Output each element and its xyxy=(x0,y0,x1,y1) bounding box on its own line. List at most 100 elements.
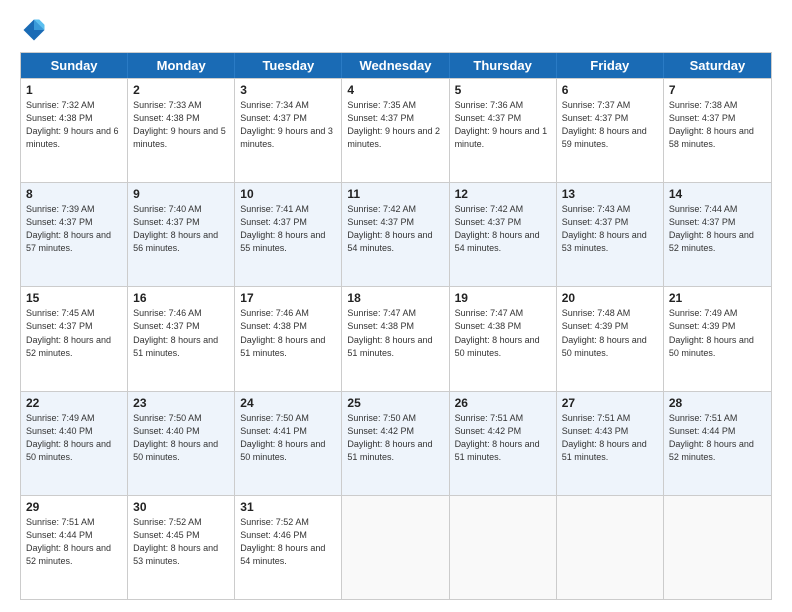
table-row: 4 Sunrise: 7:35 AM Sunset: 4:37 PM Daylig… xyxy=(342,79,449,182)
table-row: 16 Sunrise: 7:46 AM Sunset: 4:37 PM Dayli… xyxy=(128,287,235,390)
day-number: 22 xyxy=(26,396,122,410)
header-day-thursday: Thursday xyxy=(450,53,557,78)
header xyxy=(20,16,772,44)
table-row: 1Sunrise: 7:32 AM Sunset: 4:38 PM Daylig… xyxy=(21,79,128,182)
logo xyxy=(20,16,52,44)
table-row: 19Sunrise: 7:47 AM Sunset: 4:38 PM Dayli… xyxy=(450,287,557,390)
calendar: SundayMondayTuesdayWednesdayThursdayFrid… xyxy=(20,52,772,600)
day-info: Sunrise: 7:52 AM Sunset: 4:45 PM Dayligh… xyxy=(133,516,229,568)
day-number: 1 xyxy=(26,83,122,97)
day-number: 28 xyxy=(669,396,766,410)
day-info: Sunrise: 7:49 AM Sunset: 4:39 PM Dayligh… xyxy=(669,307,766,359)
header-day-wednesday: Wednesday xyxy=(342,53,449,78)
logo-icon xyxy=(20,16,48,44)
day-info: Sunrise: 7:50 AM Sunset: 4:40 PM Dayligh… xyxy=(133,412,229,464)
day-info: Sunrise: 7:51 AM Sunset: 4:43 PM Dayligh… xyxy=(562,412,658,464)
day-info: Sunrise: 7:52 AM Sunset: 4:46 PM Dayligh… xyxy=(240,516,336,568)
day-number: 29 xyxy=(26,500,122,514)
day-number: 6 xyxy=(562,83,658,97)
table-row xyxy=(557,496,664,599)
day-number: 27 xyxy=(562,396,658,410)
day-info: Sunrise: 7:43 AM Sunset: 4:37 PM Dayligh… xyxy=(562,203,658,255)
day-number: 7 xyxy=(669,83,766,97)
day-number: 19 xyxy=(455,291,551,305)
table-row: 8Sunrise: 7:39 AM Sunset: 4:37 PM Daylig… xyxy=(21,183,128,286)
table-row: 14 Sunrise: 7:44 AM Sunset: 4:37 PM Dayli… xyxy=(664,183,771,286)
table-row: 23 Sunrise: 7:50 AM Sunset: 4:40 PM Dayli… xyxy=(128,392,235,495)
day-number: 17 xyxy=(240,291,336,305)
day-number: 5 xyxy=(455,83,551,97)
table-row: 18 Sunrise: 7:47 AM Sunset: 4:38 PM Dayli… xyxy=(342,287,449,390)
table-row: 2 Sunrise: 7:33 AM Sunset: 4:38 PM Daylig… xyxy=(128,79,235,182)
day-info: Sunrise: 7:51 AM Sunset: 4:42 PM Dayligh… xyxy=(455,412,551,464)
table-row: 30 Sunrise: 7:52 AM Sunset: 4:45 PM Dayli… xyxy=(128,496,235,599)
table-row: 27 Sunrise: 7:51 AM Sunset: 4:43 PM Dayli… xyxy=(557,392,664,495)
calendar-header: SundayMondayTuesdayWednesdayThursdayFrid… xyxy=(21,53,771,78)
table-row: 31 Sunrise: 7:52 AM Sunset: 4:46 PM Dayli… xyxy=(235,496,342,599)
day-info: Sunrise: 7:50 AM Sunset: 4:41 PM Dayligh… xyxy=(240,412,336,464)
page: SundayMondayTuesdayWednesdayThursdayFrid… xyxy=(0,0,792,612)
table-row xyxy=(664,496,771,599)
day-info: Sunrise: 7:50 AM Sunset: 4:42 PM Dayligh… xyxy=(347,412,443,464)
table-row: 28Sunrise: 7:51 AM Sunset: 4:44 PM Dayli… xyxy=(664,392,771,495)
day-info: Sunrise: 7:46 AM Sunset: 4:37 PM Dayligh… xyxy=(133,307,229,359)
calendar-row-2: 8Sunrise: 7:39 AM Sunset: 4:37 PM Daylig… xyxy=(21,182,771,286)
day-info: Sunrise: 7:39 AM Sunset: 4:37 PM Dayligh… xyxy=(26,203,122,255)
calendar-body: 1Sunrise: 7:32 AM Sunset: 4:38 PM Daylig… xyxy=(21,78,771,599)
day-number: 11 xyxy=(347,187,443,201)
day-info: Sunrise: 7:37 AM Sunset: 4:37 PM Dayligh… xyxy=(562,99,658,151)
day-number: 13 xyxy=(562,187,658,201)
day-info: Sunrise: 7:33 AM Sunset: 4:38 PM Dayligh… xyxy=(133,99,229,151)
table-row: 25 Sunrise: 7:50 AM Sunset: 4:42 PM Dayli… xyxy=(342,392,449,495)
day-number: 30 xyxy=(133,500,229,514)
day-number: 24 xyxy=(240,396,336,410)
day-info: Sunrise: 7:35 AM Sunset: 4:37 PM Dayligh… xyxy=(347,99,443,151)
day-number: 2 xyxy=(133,83,229,97)
calendar-row-1: 1Sunrise: 7:32 AM Sunset: 4:38 PM Daylig… xyxy=(21,78,771,182)
header-day-monday: Monday xyxy=(128,53,235,78)
day-info: Sunrise: 7:34 AM Sunset: 4:37 PM Dayligh… xyxy=(240,99,336,151)
day-info: Sunrise: 7:49 AM Sunset: 4:40 PM Dayligh… xyxy=(26,412,122,464)
day-info: Sunrise: 7:41 AM Sunset: 4:37 PM Dayligh… xyxy=(240,203,336,255)
day-number: 4 xyxy=(347,83,443,97)
day-info: Sunrise: 7:40 AM Sunset: 4:37 PM Dayligh… xyxy=(133,203,229,255)
day-info: Sunrise: 7:44 AM Sunset: 4:37 PM Dayligh… xyxy=(669,203,766,255)
table-row: 20 Sunrise: 7:48 AM Sunset: 4:39 PM Dayli… xyxy=(557,287,664,390)
day-info: Sunrise: 7:47 AM Sunset: 4:38 PM Dayligh… xyxy=(347,307,443,359)
table-row: 12Sunrise: 7:42 AM Sunset: 4:37 PM Dayli… xyxy=(450,183,557,286)
day-number: 15 xyxy=(26,291,122,305)
day-number: 20 xyxy=(562,291,658,305)
day-number: 16 xyxy=(133,291,229,305)
header-day-friday: Friday xyxy=(557,53,664,78)
day-number: 3 xyxy=(240,83,336,97)
table-row: 15Sunrise: 7:45 AM Sunset: 4:37 PM Dayli… xyxy=(21,287,128,390)
table-row: 7 Sunrise: 7:38 AM Sunset: 4:37 PM Daylig… xyxy=(664,79,771,182)
table-row: 24 Sunrise: 7:50 AM Sunset: 4:41 PM Dayli… xyxy=(235,392,342,495)
table-row: 6 Sunrise: 7:37 AM Sunset: 4:37 PM Daylig… xyxy=(557,79,664,182)
table-row: 29Sunrise: 7:51 AM Sunset: 4:44 PM Dayli… xyxy=(21,496,128,599)
day-info: Sunrise: 7:38 AM Sunset: 4:37 PM Dayligh… xyxy=(669,99,766,151)
header-day-saturday: Saturday xyxy=(664,53,771,78)
day-number: 31 xyxy=(240,500,336,514)
table-row: 21Sunrise: 7:49 AM Sunset: 4:39 PM Dayli… xyxy=(664,287,771,390)
day-number: 26 xyxy=(455,396,551,410)
day-info: Sunrise: 7:48 AM Sunset: 4:39 PM Dayligh… xyxy=(562,307,658,359)
calendar-row-3: 15Sunrise: 7:45 AM Sunset: 4:37 PM Dayli… xyxy=(21,286,771,390)
table-row: 17 Sunrise: 7:46 AM Sunset: 4:38 PM Dayli… xyxy=(235,287,342,390)
table-row: 5 Sunrise: 7:36 AM Sunset: 4:37 PM Daylig… xyxy=(450,79,557,182)
day-info: Sunrise: 7:42 AM Sunset: 4:37 PM Dayligh… xyxy=(347,203,443,255)
table-row: 3 Sunrise: 7:34 AM Sunset: 4:37 PM Daylig… xyxy=(235,79,342,182)
table-row xyxy=(342,496,449,599)
table-row: 9Sunrise: 7:40 AM Sunset: 4:37 PM Daylig… xyxy=(128,183,235,286)
day-number: 14 xyxy=(669,187,766,201)
day-number: 18 xyxy=(347,291,443,305)
table-row xyxy=(450,496,557,599)
day-info: Sunrise: 7:46 AM Sunset: 4:38 PM Dayligh… xyxy=(240,307,336,359)
header-day-sunday: Sunday xyxy=(21,53,128,78)
day-number: 10 xyxy=(240,187,336,201)
day-info: Sunrise: 7:36 AM Sunset: 4:37 PM Dayligh… xyxy=(455,99,551,151)
day-number: 25 xyxy=(347,396,443,410)
table-row: 26 Sunrise: 7:51 AM Sunset: 4:42 PM Dayli… xyxy=(450,392,557,495)
header-day-tuesday: Tuesday xyxy=(235,53,342,78)
day-number: 23 xyxy=(133,396,229,410)
